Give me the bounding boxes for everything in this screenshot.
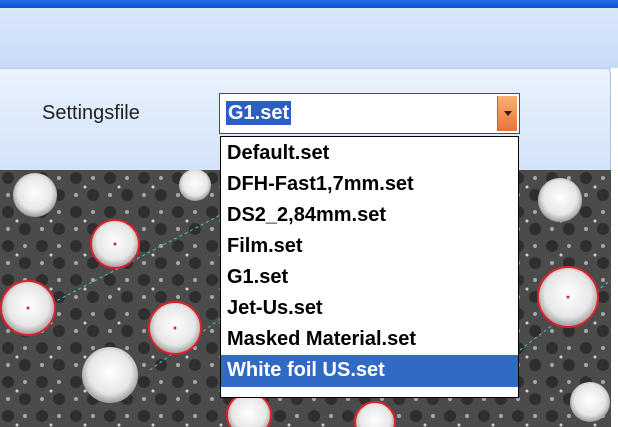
option-white-foil-us-set[interactable]: White foil US.set [221,355,518,387]
dropdown-button[interactable] [497,96,517,131]
option-g1-set[interactable]: G1.set [221,262,518,293]
option-masked-material-set[interactable]: Masked Material.set [221,324,518,355]
chevron-down-icon [503,111,512,116]
settingsfile-selected-value: G1.set [226,101,292,125]
option-ds2-2-84mm-set[interactable]: DS2_2,84mm.set [221,200,518,231]
window-titlebar [0,0,618,8]
window-edge [611,68,618,427]
settingsfile-label: Settingsfile [42,102,140,124]
settingsfile-dropdown-list: Default.set DFH-Fast1,7mm.set DS2_2,84mm… [220,136,519,398]
option-default-set[interactable]: Default.set [221,138,518,169]
option-film-set[interactable]: Film.set [221,231,518,262]
option-dfh-fast1-7mm-set[interactable]: DFH-Fast1,7mm.set [221,169,518,200]
toolbar-area [0,8,618,70]
settingsfile-combobox[interactable]: G1.set [219,93,520,134]
option-jet-us-set[interactable]: Jet-Us.set [221,293,518,324]
